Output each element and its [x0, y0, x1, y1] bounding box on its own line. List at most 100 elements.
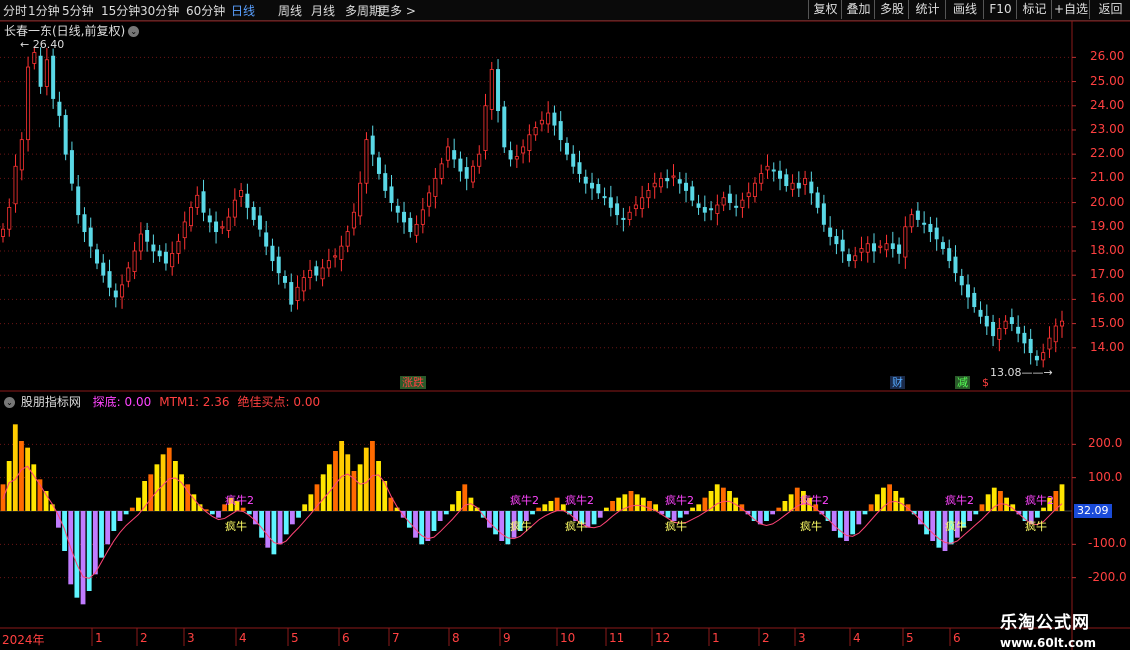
candle-body: [19, 139, 24, 171]
candle-body: [527, 134, 532, 151]
indicator-bar: [240, 507, 246, 511]
candle-body: [915, 210, 920, 220]
candle-body: [514, 156, 519, 160]
indicator-bar: [1059, 484, 1065, 511]
candle-body: [295, 286, 300, 302]
candle-body: [590, 182, 595, 189]
candle-body: [402, 211, 407, 223]
candle-body: [984, 315, 989, 327]
indicator-bar: [616, 497, 622, 511]
candle-body: [815, 192, 820, 208]
candle-body: [966, 284, 971, 298]
price-tick-label: 20.00: [1090, 194, 1125, 209]
candle-body: [464, 167, 469, 179]
candle-body: [351, 211, 356, 229]
candle-body: [445, 146, 450, 161]
candle-body: [615, 203, 620, 216]
indicator-bar: [924, 511, 929, 535]
indicator-bar: [62, 511, 67, 551]
candle-body: [320, 267, 325, 280]
candle-body: [63, 115, 68, 155]
candle-body: [69, 150, 74, 184]
candle-body: [1041, 352, 1046, 361]
candle-body: [339, 245, 344, 260]
event-marker[interactable]: $: [980, 376, 991, 389]
indicator-bar: [1041, 507, 1046, 511]
indicator-bar: [887, 484, 893, 511]
chart-canvas[interactable]: [0, 0, 1130, 650]
indicator-bar: [499, 511, 505, 541]
candle-body: [276, 256, 281, 274]
candle-body: [721, 197, 726, 206]
candle-body: [909, 214, 914, 228]
indicator-bar: [277, 511, 283, 545]
candle-body: [301, 277, 306, 292]
indicator-bar: [487, 511, 492, 528]
candle-body: [214, 221, 219, 233]
candle-body: [778, 170, 783, 179]
candle-body: [163, 251, 168, 264]
candle-body: [790, 182, 795, 190]
indicator-bar: [345, 454, 351, 511]
indicator-bar: [456, 491, 462, 511]
candle-body: [533, 127, 538, 136]
candle-body: [157, 250, 162, 257]
event-marker[interactable]: 减: [955, 376, 970, 389]
candle-body: [370, 135, 375, 155]
indicator-bar: [881, 487, 886, 511]
indicator-bar: [99, 511, 104, 558]
indicator-bar: [640, 497, 646, 511]
candle-body: [884, 243, 889, 251]
candle-body: [345, 231, 350, 247]
event-marker[interactable]: 财: [890, 376, 905, 389]
indicator-bar: [597, 511, 603, 518]
signal-label: 疯牛2: [665, 494, 694, 507]
month-label: 3: [187, 631, 195, 645]
indicator-bar: [610, 501, 615, 511]
candle-body: [771, 169, 776, 172]
event-marker[interactable]: 涨跌: [400, 376, 426, 389]
indicator-bar: [117, 511, 123, 521]
candle-body: [120, 284, 125, 298]
candle-body: [383, 173, 388, 191]
indicator-bar: [850, 511, 856, 535]
candle-body: [846, 254, 851, 262]
month-label: 1: [95, 631, 103, 645]
indicator-bar: [684, 511, 689, 515]
indicator-bar: [696, 504, 702, 511]
candle-body: [972, 292, 977, 308]
indicator-bar: [764, 511, 769, 521]
candle-body: [991, 321, 996, 337]
candle-body: [671, 175, 676, 178]
candle-body: [759, 173, 764, 184]
candle-body: [452, 150, 457, 160]
month-label: 2: [762, 631, 770, 645]
candle-body: [928, 223, 933, 233]
indicator-bar: [437, 511, 443, 521]
indicator-bar: [967, 511, 973, 521]
candle-body: [746, 192, 751, 197]
price-tick-label: 15.00: [1090, 315, 1125, 330]
indicator-bar: [425, 511, 431, 541]
candle-body: [195, 194, 200, 208]
indicator-bar: [979, 504, 985, 511]
candle-body: [1022, 332, 1027, 344]
candle-body: [677, 179, 682, 184]
candle-body: [7, 207, 12, 230]
candle-body: [376, 157, 381, 174]
candle-body: [665, 177, 670, 182]
candle-body: [94, 249, 99, 264]
indicator-bar: [406, 511, 412, 528]
indicator-bar: [302, 504, 308, 511]
indicator-bar: [788, 494, 794, 511]
indicator-bar: [634, 494, 640, 511]
candle-body: [38, 55, 43, 87]
candle-body: [690, 186, 695, 201]
indicator-bar: [129, 507, 135, 511]
candle-body: [76, 186, 81, 216]
candle-body: [1034, 355, 1039, 361]
low-price-label: 13.08——→: [990, 366, 1053, 379]
candle-body: [408, 217, 413, 233]
candle-body: [13, 165, 18, 205]
indicator-bar: [19, 441, 24, 511]
